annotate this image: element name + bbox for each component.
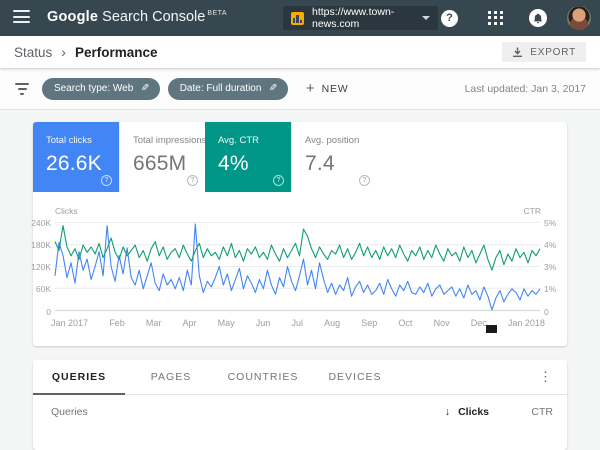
axis-tick-label: 0 bbox=[544, 306, 549, 317]
tab-pages[interactable]: PAGES bbox=[125, 360, 217, 394]
series-ctr bbox=[54, 225, 541, 271]
metric-total-clicks[interactable]: Total clicks 26.6K ? bbox=[33, 122, 119, 192]
overflow-menu-icon[interactable]: ⋮ bbox=[534, 367, 557, 387]
clicks-header-label: Clicks bbox=[458, 406, 489, 418]
x-axis-tick-label: Apr bbox=[182, 318, 197, 328]
axis-tick-label: 1% bbox=[544, 284, 557, 295]
performance-card: Total clicks 26.6K ? Total impressions 6… bbox=[31, 122, 567, 346]
column-header-queries: Queries bbox=[51, 406, 88, 418]
axis-tick-label: 60K bbox=[35, 284, 51, 295]
breadcrumb-status[interactable]: Status bbox=[14, 45, 52, 60]
new-filter-button[interactable]: + NEW bbox=[306, 80, 349, 97]
mouse-cursor bbox=[486, 325, 497, 333]
chevron-down-icon bbox=[422, 16, 430, 20]
download-icon bbox=[513, 47, 523, 57]
main-content: Total clicks 26.6K ? Total impressions 6… bbox=[0, 110, 600, 450]
chip-label: Search type: Web bbox=[54, 83, 134, 94]
metric-value: 4% bbox=[218, 152, 249, 175]
property-icon bbox=[291, 11, 304, 25]
column-header-ctr[interactable]: CTR bbox=[531, 406, 553, 418]
property-url: https://www.town-news.com bbox=[312, 6, 395, 30]
logo-product: Search Console bbox=[102, 9, 206, 25]
x-axis-tick-label: Mar bbox=[145, 318, 162, 328]
x-axis-tick-label: Aug bbox=[324, 318, 341, 328]
time-series-chart[interactable] bbox=[54, 222, 541, 312]
dimensions-card: QUERIES PAGES COUNTRIES DEVICES ⋮ Querie… bbox=[33, 360, 567, 450]
help-icon[interactable]: ? bbox=[359, 175, 370, 186]
metric-label: Avg. position bbox=[305, 135, 360, 146]
table-header-row: Queries ↓ Clicks CTR bbox=[33, 395, 567, 429]
axis-tick-label: 3% bbox=[544, 262, 557, 272]
filter-icon[interactable] bbox=[14, 82, 30, 95]
tab-devices[interactable]: DEVICES bbox=[309, 360, 401, 394]
metric-label: Total impressions bbox=[133, 135, 207, 146]
x-axis-tick-label: Jan 2018 bbox=[507, 318, 545, 328]
metric-value: 7.4 bbox=[305, 152, 335, 175]
filter-chip-date[interactable]: Date: Full duration ✎ bbox=[167, 77, 288, 100]
help-icon[interactable]: ? bbox=[101, 175, 112, 186]
property-selector[interactable]: https://www.town-news.com bbox=[283, 6, 438, 30]
right-ticks: 5% 4% 3% 1% 0 bbox=[544, 218, 564, 317]
metric-tiles: Total clicks 26.6K ? Total impressions 6… bbox=[33, 122, 377, 192]
apps-grid-icon[interactable] bbox=[488, 10, 503, 26]
filter-chip-search-type[interactable]: Search type: Web ✎ bbox=[42, 77, 160, 100]
avatar[interactable] bbox=[567, 6, 591, 30]
filter-bar: Search type: Web ✎ Date: Full duration ✎… bbox=[0, 68, 600, 110]
tab-countries[interactable]: COUNTRIES bbox=[217, 360, 309, 394]
x-axis-tick-label: Sep bbox=[361, 318, 378, 328]
export-button[interactable]: EXPORT bbox=[502, 42, 586, 62]
x-axis-labels: Jan 2017 Feb Mar Apr May Jun Jul Aug Sep Oct Nov De… bbox=[51, 318, 545, 328]
axis-tick-label: 120K bbox=[31, 262, 51, 272]
dimension-tabs: QUERIES PAGES COUNTRIES DEVICES ⋮ bbox=[33, 360, 567, 395]
axis-tick-label: 4% bbox=[544, 239, 557, 250]
menu-icon[interactable] bbox=[13, 10, 30, 25]
app-logo: Google Search Console BETA bbox=[47, 9, 227, 25]
plus-icon: + bbox=[305, 80, 315, 97]
x-axis-tick-label: Dec bbox=[470, 318, 487, 328]
left-ticks: 240K 180K 120K 60K 0 bbox=[31, 218, 51, 317]
axis-tick-label: 180K bbox=[31, 239, 51, 250]
tab-queries[interactable]: QUERIES bbox=[33, 360, 125, 395]
x-axis-tick-label: Nov bbox=[433, 318, 450, 328]
metric-label: Total clicks bbox=[46, 135, 92, 146]
metric-value: 26.6K bbox=[46, 152, 102, 175]
x-axis-tick-label: May bbox=[217, 318, 235, 328]
breadcrumb-bar: Status › Performance EXPORT bbox=[0, 36, 600, 68]
left-axis-caption: Clicks bbox=[55, 206, 78, 216]
metric-total-impressions[interactable]: Total impressions 665M ? bbox=[119, 122, 207, 192]
app-bar: Google Search Console BETA https://www.tow… bbox=[0, 0, 600, 36]
x-axis-tick-label: Oct bbox=[398, 318, 413, 328]
help-icon[interactable]: ? bbox=[187, 175, 198, 186]
x-axis-tick-label: Feb bbox=[109, 318, 125, 328]
chip-label: Date: Full duration bbox=[179, 83, 262, 94]
sort-down-icon: ↓ bbox=[444, 406, 451, 418]
metric-avg-position[interactable]: Avg. position 7.4 ? bbox=[291, 122, 377, 192]
breadcrumb-chevron-icon: › bbox=[61, 44, 66, 60]
axis-tick-label: 240K bbox=[31, 217, 51, 228]
axis-tick-label: 5% bbox=[544, 217, 557, 228]
notifications-icon[interactable] bbox=[529, 9, 547, 27]
x-axis-tick-label: Jun bbox=[255, 318, 271, 328]
logo-google: Google bbox=[47, 9, 99, 25]
new-filter-label: NEW bbox=[321, 82, 349, 95]
right-axis-caption: CTR bbox=[523, 206, 541, 216]
metric-avg-ctr[interactable]: Avg. CTR 4% ? bbox=[205, 122, 291, 192]
axis-tick-label: 0 bbox=[46, 306, 51, 317]
column-header-clicks[interactable]: ↓ Clicks bbox=[445, 406, 489, 418]
export-label: EXPORT bbox=[530, 46, 576, 58]
x-axis-tick-label: Jan 2017 bbox=[51, 318, 89, 328]
help-icon[interactable]: ? bbox=[441, 9, 458, 27]
help-icon[interactable]: ? bbox=[273, 175, 284, 186]
page-title: Performance bbox=[74, 44, 158, 60]
metric-value: 665M bbox=[133, 152, 187, 175]
x-axis-tick-label: Jul bbox=[291, 318, 303, 328]
last-updated-text: Last updated: Jan 3, 2017 bbox=[464, 82, 586, 95]
beta-badge: BETA bbox=[207, 10, 228, 18]
chart-svg bbox=[54, 222, 541, 312]
edit-pencil-icon: ✎ bbox=[141, 83, 150, 94]
metric-label: Avg. CTR bbox=[218, 135, 260, 146]
edit-pencil-icon: ✎ bbox=[269, 83, 278, 94]
bell-glyph bbox=[533, 13, 543, 23]
